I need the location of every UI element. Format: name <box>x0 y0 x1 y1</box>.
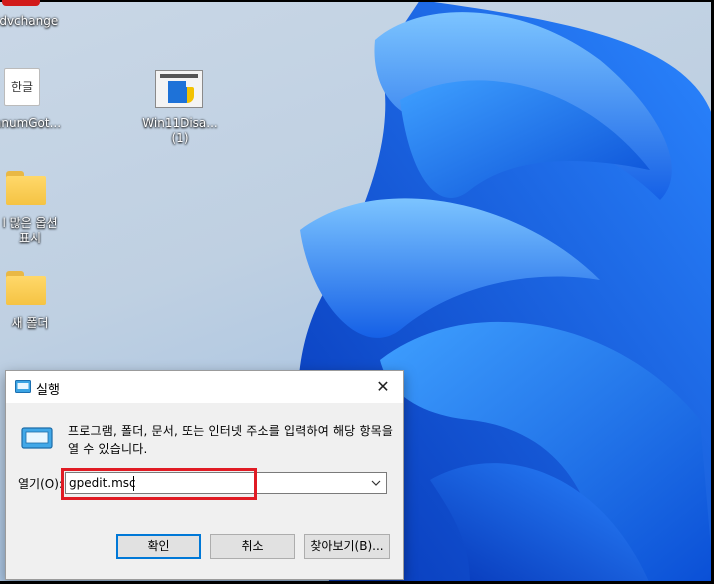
red-app-icon <box>2 0 40 6</box>
registry-document-icon <box>155 70 203 108</box>
ok-button[interactable]: 확인 <box>116 534 201 559</box>
desktop-icon-label-line1: Win11Disa... <box>142 116 218 130</box>
folder-icon <box>4 171 46 205</box>
run-dialog-title: 실행 <box>36 383 60 398</box>
close-icon: ✕ <box>376 377 390 396</box>
desktop-icon-label: 새 폴더 <box>11 316 49 330</box>
desktop-icon-label-line1: l 많은 옵션 <box>2 216 58 230</box>
open-combobox[interactable] <box>65 472 387 494</box>
cancel-button[interactable]: 취소 <box>210 534 295 559</box>
run-program-icon <box>21 427 53 449</box>
run-dialog: 실행 ✕ 프로그램, 폴더, 문서, 또는 인터넷 주소를 입력하여 해당 항목… <box>5 370 404 580</box>
run-dialog-titlebar[interactable]: 실행 ✕ <box>6 371 403 403</box>
desktop-icon-win11-disable[interactable]: Win11Disa... (1) <box>140 66 220 146</box>
desktop-icon-label: anumGot... <box>0 116 62 130</box>
run-dialog-description: 프로그램, 폴더, 문서, 또는 인터넷 주소를 입력하여 해당 항목을 열 수… <box>68 424 394 456</box>
chevron-down-icon[interactable] <box>368 475 384 491</box>
text-caret <box>133 476 134 491</box>
folder-icon <box>4 271 46 305</box>
browse-button[interactable]: 찾아보기(B)... <box>304 534 390 559</box>
desktop-icon-label-line2: (1) <box>171 131 189 145</box>
desktop-icon-label-line2: 표시 <box>18 231 42 245</box>
frame-top <box>0 0 714 2</box>
desktop-icon-hangul[interactable]: 한글 anumGot... <box>0 66 70 130</box>
desktop-icon-advchange[interactable]: idvchange <box>0 0 70 30</box>
hangul-badge: 한글 <box>10 80 34 94</box>
desktop-icon-label: idvchange <box>0 14 59 28</box>
shield-icon <box>180 87 194 103</box>
hangul-document-icon: 한글 <box>4 68 40 106</box>
close-button[interactable]: ✕ <box>363 371 403 403</box>
desktop-icon-new-folder[interactable]: 새 폴더 <box>0 268 70 332</box>
run-app-icon <box>15 380 31 393</box>
open-field-label: 열기(O): <box>18 477 63 491</box>
desktop-icon-folder-more-options[interactable]: l 많은 옵션 표시 <box>0 168 70 248</box>
open-input[interactable] <box>69 474 359 492</box>
